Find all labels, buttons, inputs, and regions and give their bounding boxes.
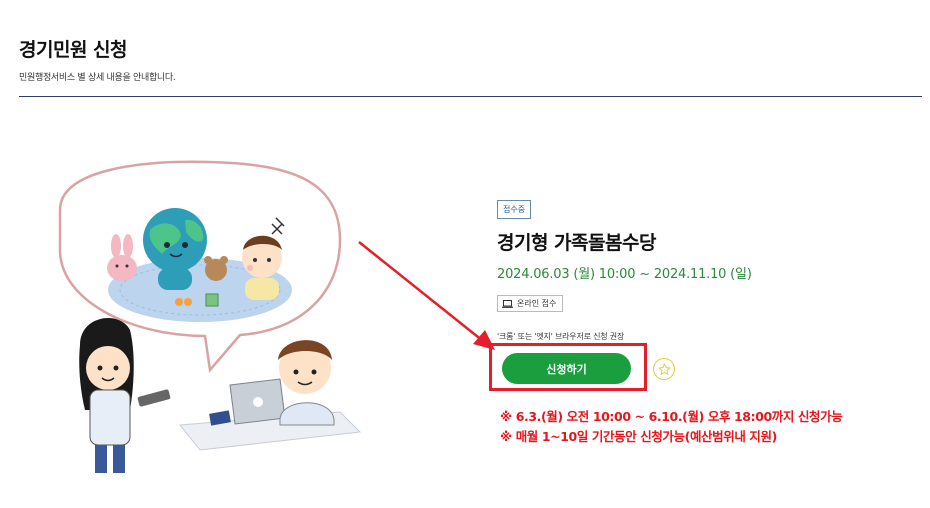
service-illustration [58, 160, 362, 473]
apply-button[interactable]: 신청하기 [502, 353, 631, 384]
status-badge: 접수중 [497, 200, 532, 219]
online-application-tag: 온라인 접수 [497, 295, 564, 312]
favorite-button[interactable] [653, 358, 675, 380]
notice-line: ※ 6.3.(월) 오전 10:00 ~ 6.10.(월) 오후 18:00까지… [500, 409, 843, 424]
online-tag-label: 온라인 접수 [517, 299, 557, 308]
page-title: 경기민원 신청 [19, 39, 128, 61]
application-period: 2024.06.03 (월) 10:00 ~ 2024.11.10 (일) [497, 267, 752, 282]
pointer-arrow-icon [358, 241, 495, 350]
page-subtitle: 민원행정서비스 별 상세 내용을 안내합니다. [19, 73, 176, 83]
service-title: 경기형 가족돌봄수당 [497, 232, 656, 254]
service-info-panel: 접수중 경기형 가족돌봄수당 2024.06.03 (월) 10:00 ~ 20… [489, 0, 917, 508]
notice-line: ※ 매월 1~10일 기간동안 신청가능(예산범위내 지원) [500, 429, 777, 444]
laptop-icon [502, 299, 513, 308]
browser-recommendation: '크롬' 또는 '엣지' 브라우저로 신청 권장 [497, 332, 625, 341]
star-icon [658, 363, 670, 375]
